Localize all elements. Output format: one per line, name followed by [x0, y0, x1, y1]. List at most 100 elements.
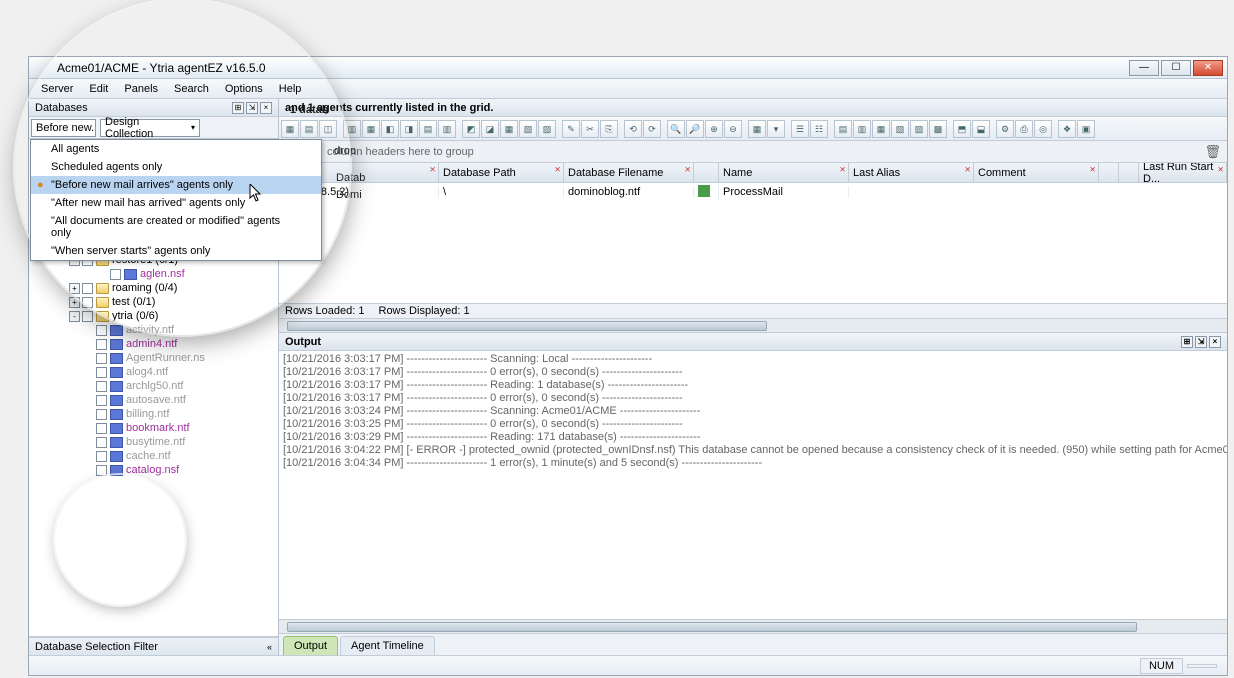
toolbar-button[interactable]: ✂	[581, 120, 599, 138]
checkbox[interactable]	[96, 395, 107, 406]
menu-edit[interactable]: Edit	[81, 81, 116, 97]
tree-expander-icon[interactable]: -	[69, 311, 80, 322]
column-header[interactable]	[1099, 163, 1119, 182]
toolbar-button[interactable]: ▤	[834, 120, 852, 138]
column-filter-icon[interactable]: ⨯	[1089, 165, 1096, 174]
trash-icon[interactable]: 🗑	[1204, 144, 1221, 160]
toolbar-button[interactable]: ▣	[1077, 120, 1095, 138]
scroll-thumb[interactable]	[287, 321, 767, 331]
toolbar-button[interactable]: ⚙	[996, 120, 1014, 138]
toolbar-button[interactable]: ▦	[281, 120, 299, 138]
tree-db[interactable]: billing.ntf	[29, 407, 278, 421]
pop-icon[interactable]: ⊞	[1181, 336, 1193, 348]
checkbox[interactable]	[96, 367, 107, 378]
checkbox[interactable]	[82, 311, 93, 322]
toolbar-button[interactable]: ◎	[1034, 120, 1052, 138]
pin-icon[interactable]: ⇲	[1195, 336, 1207, 348]
grid-row[interactable]: o Blog (8.5.2) \ dominoblog.ntf ProcessM…	[279, 183, 1227, 201]
toolbar-button[interactable]: ▦	[500, 120, 518, 138]
toolbar-button[interactable]: ▧	[519, 120, 537, 138]
menu-search[interactable]: Search	[166, 81, 217, 97]
menu-options[interactable]: Options	[217, 81, 271, 97]
checkbox[interactable]	[82, 283, 93, 294]
tab-agent-timeline[interactable]: Agent Timeline	[340, 636, 435, 655]
toolbar-button[interactable]: ▤	[419, 120, 437, 138]
design-collection-combo[interactable]: Design Collection ▾	[100, 119, 200, 137]
checkbox[interactable]	[96, 381, 107, 392]
toolbar-button[interactable]: ▥	[438, 120, 456, 138]
column-header[interactable]	[694, 163, 719, 182]
checkbox[interactable]	[96, 437, 107, 448]
group-bar[interactable]: column headers here to group 🗑	[279, 141, 1227, 163]
pin-icon[interactable]: ⊞	[232, 102, 244, 114]
menu-panels[interactable]: Panels	[116, 81, 166, 97]
tree-expander-icon[interactable]: +	[69, 297, 80, 308]
toolbar-button[interactable]: ⟲	[624, 120, 642, 138]
dropdown-item[interactable]: "All documents are created or modified" …	[31, 212, 321, 242]
toolbar-button[interactable]: ▨	[910, 120, 928, 138]
toolbar-button[interactable]: ⊖	[724, 120, 742, 138]
dropdown-item[interactable]: "Before new mail arrives" agents only	[31, 176, 321, 194]
tree-db[interactable]: bookmark.ntf	[29, 421, 278, 435]
column-filter-icon[interactable]: ⨯	[839, 165, 846, 174]
toolbar-button[interactable]: ⟳	[643, 120, 661, 138]
pin2-icon[interactable]: ⇲	[246, 102, 258, 114]
tree-folder[interactable]: +roaming (0/4)	[29, 281, 278, 295]
toolbar-button[interactable]: ◨	[400, 120, 418, 138]
maximize-button[interactable]: ☐	[1161, 60, 1191, 76]
tree-folder[interactable]: -ytria (0/6)	[29, 309, 278, 323]
tree-db[interactable]: archlg50.ntf	[29, 379, 278, 393]
toolbar-button[interactable]: ☷	[810, 120, 828, 138]
toolbar-button[interactable]: ⎙	[1015, 120, 1033, 138]
grid[interactable]: o Blog (8.5.2) \ dominoblog.ntf ProcessM…	[279, 183, 1227, 303]
tree-db[interactable]: cache.ntf	[29, 449, 278, 463]
toolbar-button[interactable]: ▥	[343, 120, 361, 138]
toolbar-button[interactable]: ▦	[748, 120, 766, 138]
toolbar-button[interactable]: ▦	[872, 120, 890, 138]
tree-expander-icon[interactable]: +	[69, 283, 80, 294]
toolbar-button[interactable]: ▾	[767, 120, 785, 138]
column-header[interactable]: Database Path⨯	[439, 163, 564, 182]
toolbar-button[interactable]: ◪	[481, 120, 499, 138]
menu-help[interactable]: Help	[271, 81, 310, 97]
tree-db[interactable]: activity.ntf	[29, 323, 278, 337]
scroll-thumb[interactable]	[287, 622, 1137, 632]
tab-output[interactable]: Output	[283, 636, 338, 655]
tree-db[interactable]: admin4.ntf	[29, 337, 278, 351]
column-header[interactable]: Last Run Start D...⨯	[1139, 163, 1227, 182]
agent-filter-combo[interactable]: Before new... ▾	[31, 119, 96, 137]
output-log[interactable]: [10/21/2016 3:03:17 PM] ----------------…	[279, 351, 1227, 619]
column-header[interactable]	[1119, 163, 1139, 182]
toolbar-button[interactable]: ▥	[853, 120, 871, 138]
tree-db[interactable]: autosave.ntf	[29, 393, 278, 407]
close-panel-icon[interactable]: ×	[260, 102, 272, 114]
grid-hscroll[interactable]	[279, 319, 1227, 333]
column-header[interactable]: Comment⨯	[974, 163, 1099, 182]
close-output-icon[interactable]: ×	[1209, 336, 1221, 348]
toolbar-button[interactable]: ◫	[319, 120, 337, 138]
toolbar-button[interactable]: ▧	[891, 120, 909, 138]
tree-db[interactable]: catalog.nsf	[29, 463, 278, 477]
column-filter-icon[interactable]: ⨯	[554, 165, 561, 174]
checkbox[interactable]	[96, 353, 107, 364]
agent-filter-dropdown[interactable]: All agentsScheduled agents only"Before n…	[30, 139, 322, 261]
dropdown-item[interactable]: "When server starts" agents only	[31, 242, 321, 260]
toolbar-button[interactable]: ▨	[538, 120, 556, 138]
toolbar-button[interactable]: ◧	[381, 120, 399, 138]
toolbar-button[interactable]: ☰	[791, 120, 809, 138]
toolbar-button[interactable]: ◩	[462, 120, 480, 138]
dropdown-item[interactable]: All agents	[31, 140, 321, 158]
toolbar-button[interactable]: ▦	[362, 120, 380, 138]
checkbox[interactable]	[96, 339, 107, 350]
dropdown-item[interactable]: "After new mail has arrived" agents only	[31, 194, 321, 212]
menu-server[interactable]: Server	[33, 81, 81, 97]
checkbox[interactable]	[110, 269, 121, 280]
checkbox[interactable]	[96, 423, 107, 434]
tree-db[interactable]: busytime.ntf	[29, 435, 278, 449]
close-button[interactable]: ✕	[1193, 60, 1223, 76]
checkbox[interactable]	[96, 465, 107, 476]
toolbar-button[interactable]: ⎘	[600, 120, 618, 138]
toolbar-button[interactable]: ▩	[929, 120, 947, 138]
output-hscroll[interactable]	[279, 619, 1227, 633]
toolbar-button[interactable]: ⬓	[972, 120, 990, 138]
